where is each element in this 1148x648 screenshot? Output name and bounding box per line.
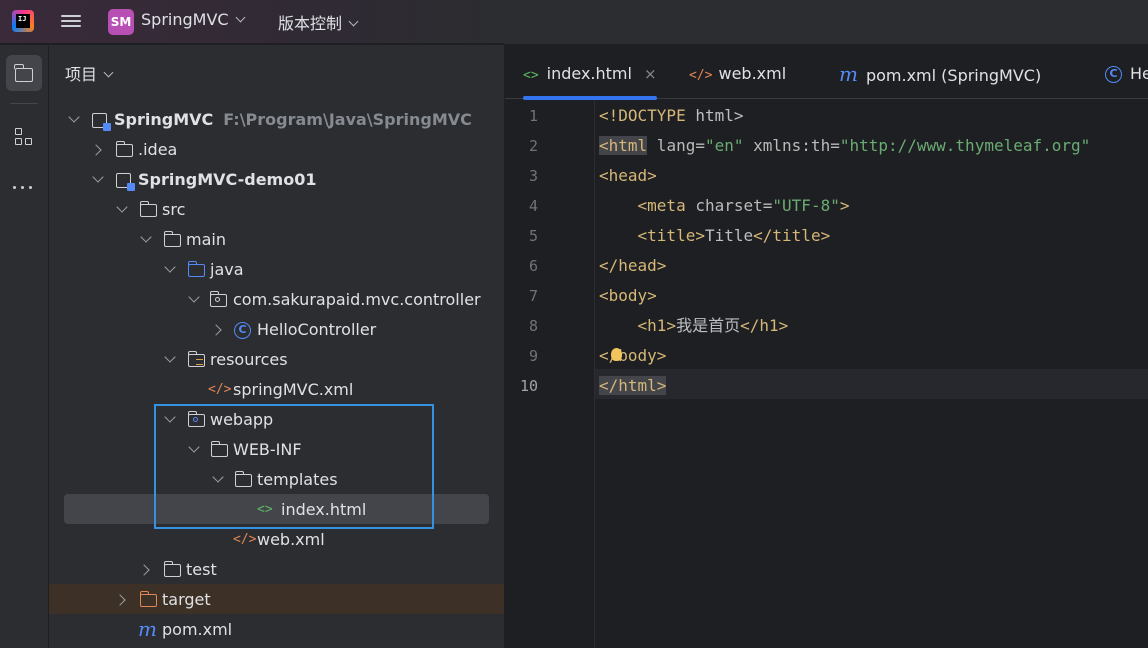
chevron-down-icon[interactable]	[164, 261, 176, 273]
structure-tool-button[interactable]	[6, 119, 42, 155]
line-number: 1	[528, 107, 538, 125]
module-icon	[116, 173, 135, 191]
tree-item-springmvc-xml[interactable]: </> springMVC.xml	[49, 375, 504, 405]
project-name: SpringMVC	[141, 10, 229, 29]
line-number: 8	[528, 317, 538, 335]
editor-area: <> index.html × </> web.xml m pom.xml (Sprin…	[504, 45, 1148, 648]
tab-web-xml[interactable]: </> web.xml	[689, 45, 786, 99]
class-icon: C	[1105, 66, 1122, 83]
code-line-8: <h1>我是首页</h1>	[637, 316, 789, 335]
line-number: 6	[528, 257, 538, 275]
editor-tabs: <> index.html × </> web.xml m pom.xml (Sprin…	[505, 45, 1148, 100]
chevron-down-icon[interactable]	[116, 201, 128, 213]
code-line-2: <html lang="en" xmlns:th="http://www.thy…	[599, 136, 1091, 155]
intellij-logo-icon[interactable]: IJ	[12, 10, 34, 32]
folder-icon	[14, 64, 33, 82]
tree-item-java[interactable]: java	[49, 255, 504, 285]
tree-item-test[interactable]: test	[49, 555, 504, 585]
vcs-menu[interactable]: 版本控制	[278, 10, 359, 34]
chevron-right-icon[interactable]	[210, 324, 222, 336]
chevron-down-icon	[348, 16, 359, 27]
code-line-1: <!DOCTYPE html>	[599, 106, 744, 125]
tool-window-bar	[0, 45, 49, 648]
module-icon	[92, 113, 111, 131]
line-number-gutter: 1 2 3 4 5 6 7 8 9 10	[505, 100, 595, 648]
annotation-highlight-box	[154, 404, 434, 529]
xml-file-icon: </>	[208, 382, 232, 397]
separator	[10, 103, 38, 104]
line-number: 5	[528, 227, 538, 245]
tree-item-pom-xml[interactable]: m pom.xml	[49, 615, 504, 645]
project-switcher[interactable]: SpringMVC	[141, 10, 246, 29]
tree-item-hellocontroller[interactable]: C HelloController	[49, 315, 504, 345]
class-icon: C	[234, 322, 251, 339]
title-bar: IJ SM SpringMVC 版本控制	[0, 0, 1148, 44]
code-line-10: </html>	[599, 376, 667, 395]
code-line-7: <body>	[599, 286, 657, 305]
title-bar-right	[504, 0, 1148, 44]
panel-title-dropdown[interactable]: 项目	[65, 61, 114, 85]
tree-item-springmvc-demo01[interactable]: SpringMVC-demo01	[49, 165, 504, 195]
chevron-right-icon[interactable]	[90, 144, 102, 156]
chevron-right-icon[interactable]	[138, 564, 150, 576]
chevron-down-icon	[235, 12, 246, 23]
tree-item-main[interactable]: main	[49, 225, 504, 255]
tree-item-package[interactable]: com.sakurapaid.mvc.controller	[49, 285, 504, 315]
tree-item-target[interactable]: target	[49, 585, 504, 615]
project-badge[interactable]: SM	[108, 9, 134, 35]
tree-item-src[interactable]: src	[49, 195, 504, 225]
tree-item-idea[interactable]: .idea	[49, 135, 504, 165]
web-xml-icon: </>	[689, 68, 713, 83]
html-file-icon: <>	[523, 68, 539, 83]
chevron-down-icon[interactable]	[140, 231, 152, 243]
line-number: 7	[528, 287, 538, 305]
chevron-down-icon[interactable]	[164, 351, 176, 363]
project-panel: 项目 SpringMVC F:\Program\Java\SpringMVC .i…	[49, 45, 504, 648]
chevron-down-icon	[103, 67, 114, 78]
tree-item-springmvc[interactable]: SpringMVC F:\Program\Java\SpringMVC	[49, 105, 504, 135]
code-line-6: </head>	[599, 256, 667, 275]
package-icon	[209, 291, 227, 307]
web-xml-icon: </>	[233, 532, 257, 547]
tab-index-html[interactable]: <> index.html ×	[523, 45, 657, 100]
chevron-down-icon[interactable]	[188, 291, 200, 303]
code-editor[interactable]: <!DOCTYPE html> <html lang="en" xmlns:th…	[599, 100, 1148, 648]
main-menu-icon[interactable]	[61, 12, 81, 30]
tab-pom-xml[interactable]: m pom.xml (SpringMVC)	[839, 45, 1041, 99]
folder-icon	[139, 201, 157, 217]
maven-icon: m	[138, 617, 157, 641]
more-icon	[13, 186, 16, 189]
project-tool-button[interactable]	[6, 55, 42, 91]
line-number: 10	[519, 377, 538, 395]
line-number: 9	[528, 347, 538, 365]
line-number: 3	[528, 167, 538, 185]
folder-icon	[163, 561, 181, 577]
tree-item-web-xml[interactable]: </> web.xml	[49, 525, 504, 555]
close-tab-icon[interactable]: ×	[644, 65, 657, 83]
maven-icon: m	[839, 62, 858, 86]
code-line-5: <title>Title</title>	[637, 226, 831, 245]
structure-icon	[15, 128, 22, 135]
line-number: 2	[528, 137, 538, 155]
chevron-down-icon[interactable]	[92, 171, 104, 183]
folder-icon	[163, 231, 181, 247]
intention-bulb-icon[interactable]	[611, 348, 622, 361]
line-number: 4	[528, 197, 538, 215]
source-folder-icon	[187, 261, 205, 277]
resources-folder-icon	[187, 351, 205, 367]
tree-item-resources[interactable]: resources	[49, 345, 504, 375]
chevron-right-icon[interactable]	[114, 594, 126, 606]
code-line-3: <head>	[599, 166, 657, 185]
code-line-4: <meta charset="UTF-8">	[637, 196, 850, 215]
code-line-9: </body>	[599, 346, 667, 365]
chevron-down-icon[interactable]	[68, 111, 80, 123]
excluded-folder-icon	[139, 591, 157, 607]
vcs-label: 版本控制	[278, 14, 343, 33]
more-tools-button[interactable]	[6, 169, 42, 205]
folder-icon	[115, 141, 133, 157]
tab-hellocontroller[interactable]: C He	[1105, 45, 1148, 99]
